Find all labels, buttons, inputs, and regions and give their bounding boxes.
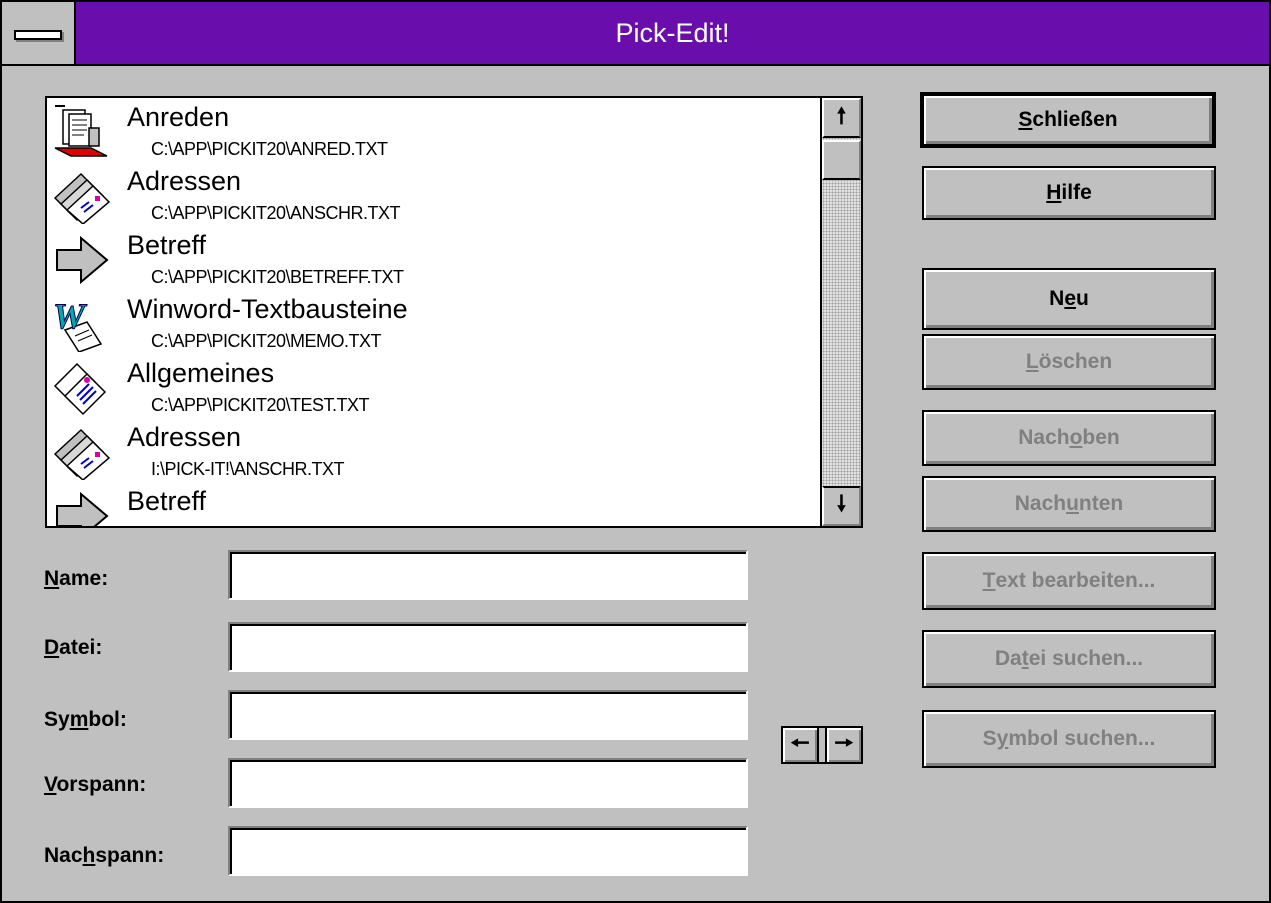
suffix-field[interactable] — [228, 826, 748, 876]
list-item-name: Betreff — [127, 230, 207, 260]
symbol-input[interactable] — [230, 692, 746, 738]
window-title: Pick-Edit! — [76, 2, 1269, 66]
list-item-name: Betreff — [127, 486, 207, 516]
find-file-button[interactable]: Da t ei suchen... — [922, 630, 1216, 688]
list-item[interactable]: Adressen C:\APP\PICKIT20\ANSCHR.TXT — [47, 162, 820, 226]
help-button[interactable]: Hilfe — [922, 166, 1216, 220]
prefix-field[interactable] — [228, 758, 748, 808]
file-input[interactable] — [230, 624, 746, 670]
list-item-path: C:\APP\PICKIT20\ANSCHR.TXT — [151, 203, 401, 223]
list-item-name: Adressen — [127, 166, 242, 196]
symbol-field[interactable] — [228, 690, 748, 740]
symbol-label: Symbol: — [44, 708, 127, 731]
svg-text:W: W — [53, 296, 88, 336]
list-item[interactable]: Betreff — [47, 482, 820, 526]
new-button[interactable]: Neu — [922, 268, 1216, 330]
suffix-input[interactable] — [230, 828, 746, 874]
entries-listbox[interactable]: Anreden C:\APP\PICKIT20\ANRED.TXT Adress… — [45, 96, 863, 528]
close-button[interactable]: Schließen — [920, 92, 1216, 148]
prefix-label: Vorspann: — [44, 773, 147, 796]
list-item[interactable]: Adressen I:\PICK-IT!\ANSCHR.TXT — [47, 418, 820, 482]
list-item-path: C:\APP\PICKIT20\TEST.TXT — [151, 395, 370, 415]
delete-button[interactable]: Löschen — [922, 334, 1216, 390]
list-item-name: Winword-Textbausteine — [127, 294, 408, 324]
system-menu-icon — [14, 30, 62, 40]
list-item-path: C:\APP\PICKIT20\BETREFF.TXT — [151, 267, 404, 287]
arrow-right-icon: 🠖 — [834, 730, 854, 755]
name-field[interactable] — [228, 550, 748, 600]
documents-icon — [53, 362, 107, 416]
previous-symbol-button[interactable]: 🠔 — [781, 726, 819, 764]
list-item-name: Anreden — [127, 102, 230, 132]
title-bar: Pick-Edit! — [2, 2, 1269, 66]
list-item[interactable]: Anreden C:\APP\PICKIT20\ANRED.TXT — [47, 98, 820, 162]
file-label: Datei: — [44, 636, 103, 659]
name-input[interactable] — [230, 552, 746, 598]
file-field[interactable] — [228, 622, 748, 672]
system-menu-button[interactable] — [2, 2, 76, 66]
find-symbol-button[interactable]: Sy mbol suchen... — [922, 710, 1216, 768]
list-item[interactable]: Betreff C:\APP\PICKIT20\BETREFF.TXT — [47, 226, 820, 290]
next-symbol-button[interactable]: 🠖 — [825, 726, 863, 764]
envelopes-icon — [53, 428, 111, 480]
entries-list: Anreden C:\APP\PICKIT20\ANRED.TXT Adress… — [47, 98, 820, 526]
arrow-down-icon: 🠗 — [836, 491, 847, 516]
move-up-button[interactable]: Nach o ben — [922, 410, 1216, 466]
list-item-name: Adressen — [127, 422, 242, 452]
list-item-name: Allgemeines — [127, 358, 275, 388]
arrow-left-icon: 🠔 — [790, 730, 810, 755]
list-scrollbar[interactable]: 🠕 🠗 — [820, 98, 861, 526]
list-item-path: I:\PICK-IT!\ANSCHR.TXT — [151, 459, 345, 479]
winword-icon: W — [53, 296, 103, 352]
pick-edit-dialog: Pick-Edit! Anreden C:\APP\PICKIT20\ANRED… — [0, 0, 1271, 903]
list-item[interactable]: Allgemeines C:\APP\PICKIT20\TEST.TXT — [47, 354, 820, 418]
list-item-path: C:\APP\PICKIT20\ANRED.TXT — [151, 139, 388, 159]
scroll-up-button[interactable]: 🠕 — [822, 98, 861, 138]
list-item-path: C:\APP\PICKIT20\MEMO.TXT — [151, 331, 382, 351]
scroll-down-button[interactable]: 🠗 — [822, 486, 861, 526]
symbol-nav: 🠔 🠖 — [781, 726, 863, 764]
name-label: Name: — [44, 567, 109, 590]
letter-tray-icon — [54, 105, 108, 157]
arrow-right-icon — [56, 491, 109, 526]
arrow-right-icon — [56, 235, 109, 285]
envelopes-icon — [53, 172, 111, 224]
prefix-input[interactable] — [230, 760, 746, 806]
edit-text-button[interactable]: Text bearbeiten... — [922, 552, 1216, 610]
suffix-label: Nachspann: — [44, 844, 165, 867]
move-down-button[interactable]: Nach u nten — [922, 476, 1216, 532]
scroll-thumb[interactable] — [822, 140, 861, 180]
list-item[interactable]: W Winword-Textbausteine C:\APP\PICKIT20\… — [47, 290, 820, 354]
arrow-up-icon: 🠕 — [836, 103, 847, 128]
